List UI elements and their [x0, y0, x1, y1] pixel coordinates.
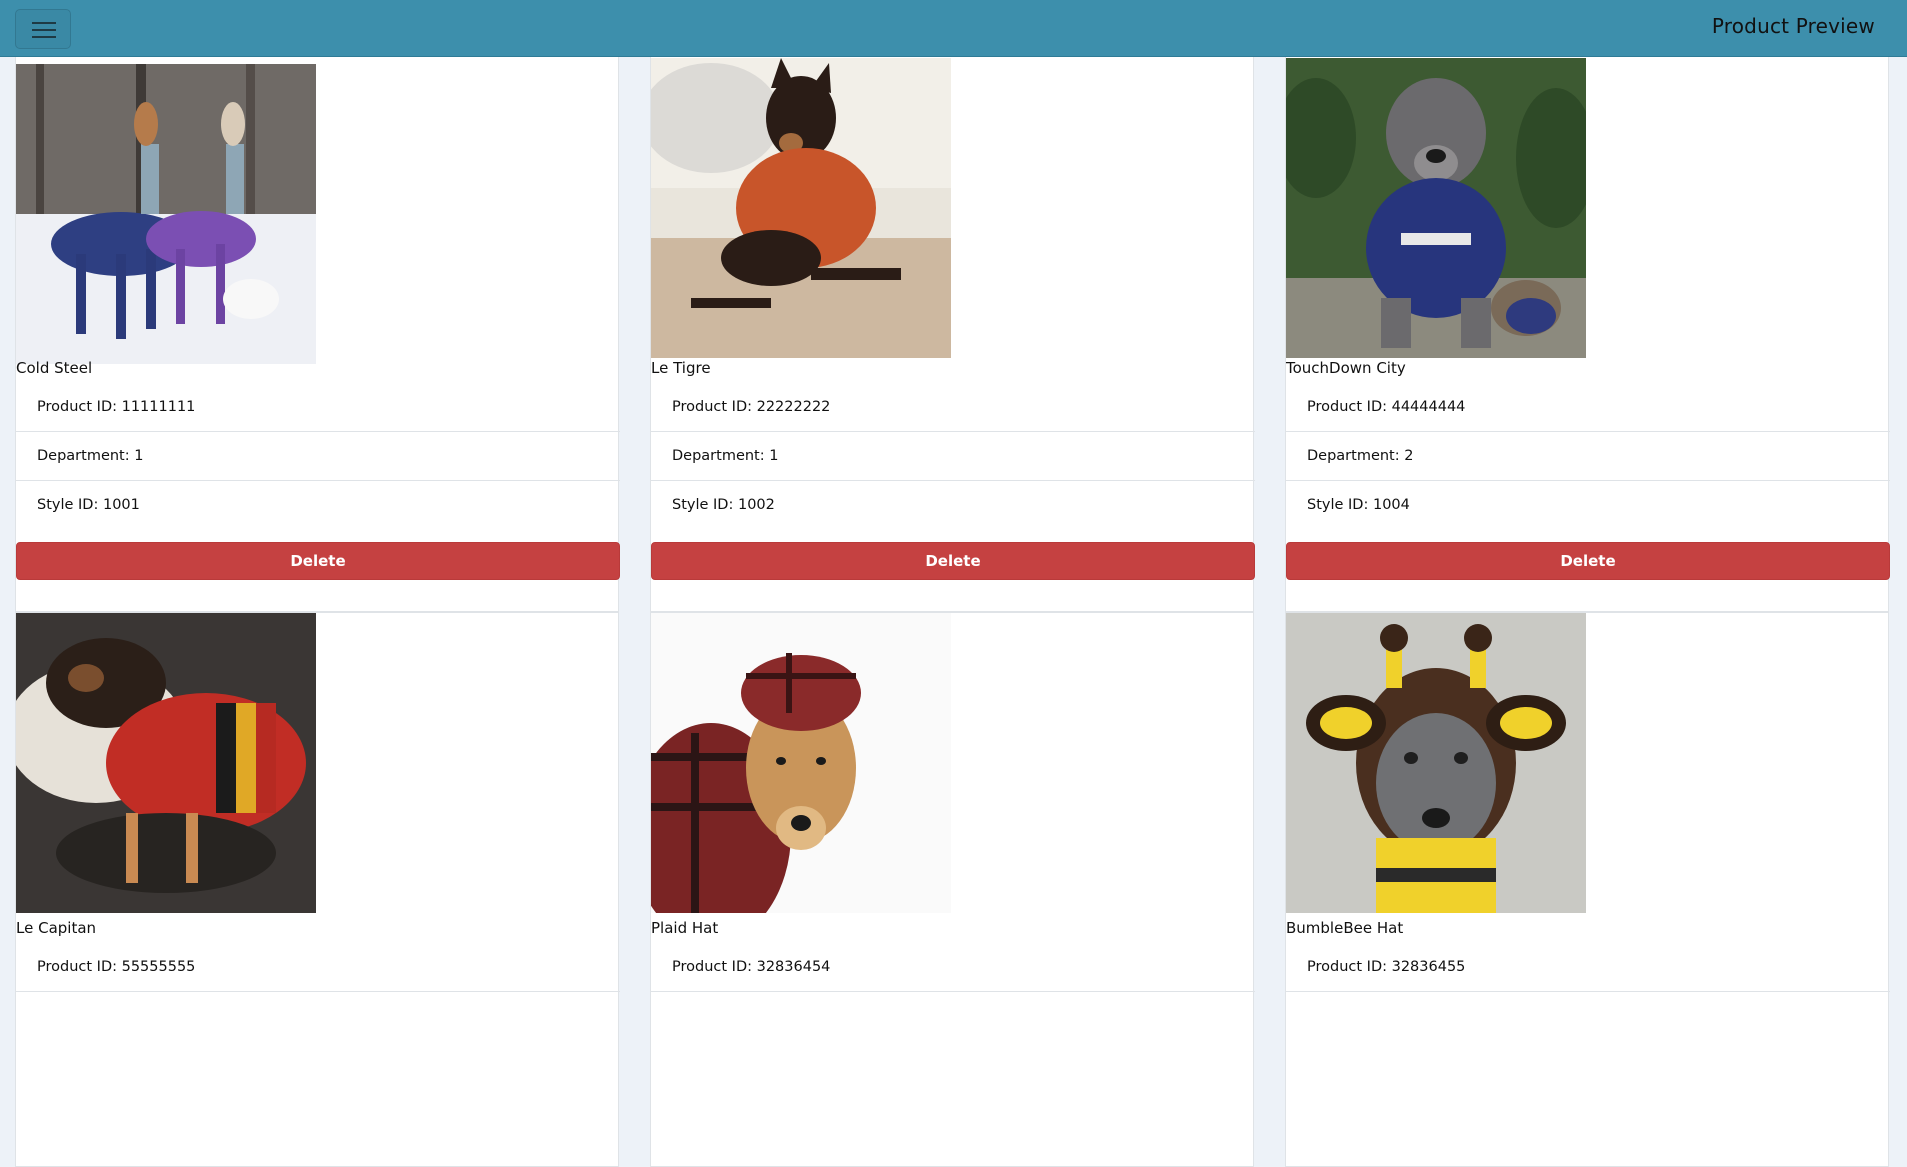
product-image [16, 613, 316, 913]
product-card: BumbleBee Hat Product ID: 32836455 [1285, 612, 1890, 1167]
product-id: Product ID: 32836454 [651, 943, 1255, 992]
product-id: Product ID: 11111111 [16, 383, 620, 432]
product-grid: Cold Steel Product ID: 11111111 Departme… [15, 57, 1891, 1167]
product-name: Cold Steel [16, 359, 93, 377]
delete-button[interactable]: Delete [651, 542, 1255, 580]
product-id: Product ID: 44444444 [1286, 383, 1890, 432]
product-image [1286, 613, 1586, 913]
page-title: Product Preview [1711, 14, 1875, 38]
product-department: Department: 1 [651, 432, 1255, 481]
product-card: Cold Steel Product ID: 11111111 Departme… [15, 57, 620, 612]
product-card: Plaid Hat Product ID: 32836454 [650, 612, 1255, 1167]
hamburger-icon [32, 22, 56, 38]
product-department: Department: 2 [1286, 432, 1890, 481]
product-image [16, 64, 316, 364]
menu-toggle-button[interactable] [15, 9, 71, 49]
product-id: Product ID: 32836455 [1286, 943, 1890, 992]
product-name: Le Tigre [651, 359, 711, 377]
delete-button[interactable]: Delete [16, 542, 620, 580]
product-id: Product ID: 55555555 [16, 943, 620, 992]
product-style-id: Style ID: 1004 [1307, 497, 1410, 513]
product-card: TouchDown City Product ID: 44444444 Depa… [1285, 57, 1890, 612]
product-style-id: Style ID: 1001 [37, 497, 140, 513]
product-style-id: Style ID: 1002 [672, 497, 775, 513]
product-card: Le Capitan Product ID: 55555555 [15, 612, 620, 1167]
product-card: Le Tigre Product ID: 22222222 Department… [650, 57, 1255, 612]
top-navbar: Product Preview [0, 0, 1907, 57]
product-name: BumbleBee Hat [1286, 919, 1404, 937]
product-name: Le Capitan [16, 919, 97, 937]
product-image [651, 58, 951, 358]
product-name: TouchDown City [1286, 359, 1406, 377]
product-image [1286, 58, 1586, 358]
product-department: Department: 1 [16, 432, 620, 481]
delete-button[interactable]: Delete [1286, 542, 1890, 580]
product-id: Product ID: 22222222 [651, 383, 1255, 432]
product-image [651, 613, 951, 913]
product-name: Plaid Hat [651, 919, 719, 937]
